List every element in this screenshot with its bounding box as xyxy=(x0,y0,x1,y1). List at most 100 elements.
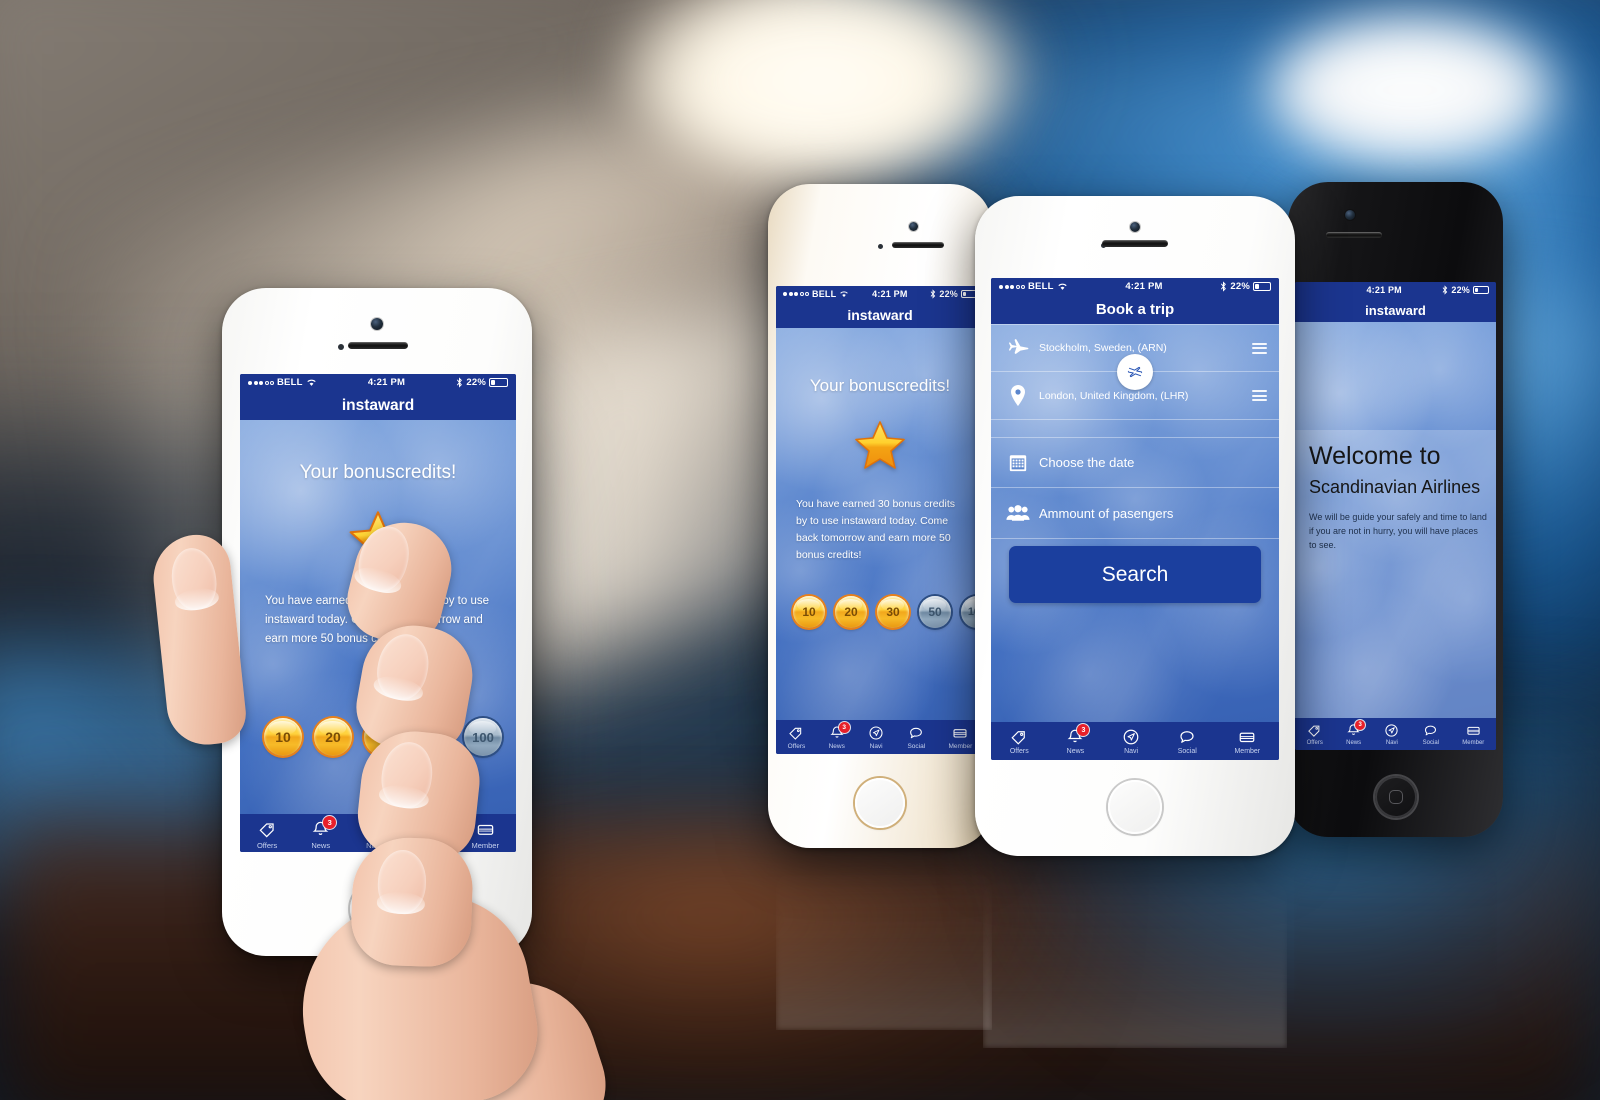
people-icon xyxy=(1003,504,1033,522)
swap-flights-icon[interactable] xyxy=(1117,354,1153,390)
destination-value: London, United Kingdom, (LHR) xyxy=(1039,389,1189,402)
tab-news[interactable]: 3 News xyxy=(311,816,337,850)
tab-news[interactable]: 3 News xyxy=(1346,720,1366,746)
phone-white-book-a-trip: BELL 4:21 PM 22% Book a trip Stockholm, … xyxy=(975,196,1295,856)
status-bar-time: 4:21 PM xyxy=(1366,285,1402,295)
signal-dots-icon xyxy=(248,380,274,385)
status-bar-left: BELL xyxy=(248,377,317,388)
carrier-name: BELL xyxy=(277,377,303,388)
phone-black-welcome: 4:21 PM 22% instaward Welcome to Scandin… xyxy=(1288,182,1503,837)
home-button[interactable] xyxy=(855,778,905,828)
coin-value: 20 xyxy=(844,605,858,619)
coin-earned[interactable]: 10 xyxy=(264,718,302,756)
front-camera-icon xyxy=(371,318,383,330)
coin-value: 50 xyxy=(928,605,942,619)
choose-date-row[interactable]: Choose the date xyxy=(991,437,1279,488)
status-bar-left: BELL xyxy=(783,289,849,299)
tab-label: News xyxy=(1346,740,1362,746)
background-lamp-glow-right xyxy=(1260,10,1560,170)
tab-social[interactable]: Social xyxy=(1423,723,1439,746)
list-handle-icon[interactable] xyxy=(1252,390,1267,401)
coin-earned[interactable]: 10 xyxy=(793,596,825,628)
wifi-icon xyxy=(1057,283,1067,290)
tab-social[interactable]: Social xyxy=(907,725,925,750)
navigation-icon xyxy=(1122,728,1140,746)
home-button[interactable] xyxy=(1108,780,1162,834)
welcome-body-text: We will be guide your safely and time to… xyxy=(1309,512,1487,550)
status-bar-time: 4:21 PM xyxy=(872,289,908,299)
coin-locked[interactable]: 50 xyxy=(919,596,951,628)
battery-icon xyxy=(1252,282,1271,291)
tab-label: Navi xyxy=(1124,748,1139,755)
signal-dots-icon xyxy=(999,284,1025,289)
tab-offers[interactable]: Offers xyxy=(1010,728,1029,755)
tab-offers[interactable]: Offers xyxy=(787,725,806,750)
news-badge: 3 xyxy=(838,722,850,733)
tab-label: Offers xyxy=(787,743,806,750)
coin-value: 100 xyxy=(472,729,494,745)
earpiece-speaker xyxy=(1326,232,1382,238)
tag-icon xyxy=(1010,728,1028,746)
home-button[interactable] xyxy=(1374,776,1417,818)
tab-member[interactable]: Member xyxy=(948,725,972,750)
card-icon xyxy=(952,725,968,741)
battery-icon xyxy=(488,378,508,387)
status-bar-time: 4:21 PM xyxy=(367,377,406,388)
tag-icon xyxy=(1307,723,1322,738)
coin-earned[interactable]: 30 xyxy=(877,596,909,628)
status-bar: BELL 4:21 PM 22% xyxy=(991,278,1279,295)
tab-news[interactable]: 3 News xyxy=(1066,724,1090,755)
tab-label: Social xyxy=(1177,748,1197,755)
coin-earned[interactable]: 20 xyxy=(835,596,867,628)
tab-offers[interactable]: Offers xyxy=(1307,723,1323,746)
tab-navi[interactable]: Navi xyxy=(1384,723,1399,746)
location-pin-icon xyxy=(1003,384,1033,407)
battery-icon xyxy=(1472,286,1489,294)
wifi-icon xyxy=(840,291,849,298)
welcome-heading-line2: Scandinavian Airlines xyxy=(1309,477,1481,497)
field-group-gap xyxy=(991,420,1279,437)
coin-earned[interactable]: 20 xyxy=(314,718,352,756)
tab-navi[interactable]: Navi xyxy=(1122,728,1140,755)
home-square-icon xyxy=(1388,790,1403,804)
tab-bar: Offers 3 News Navi Social xyxy=(776,720,984,754)
hand-holding-phone xyxy=(60,430,700,1100)
status-bar-right: 22% xyxy=(456,377,508,388)
tab-label: Offers xyxy=(256,841,278,850)
coin-value: 30 xyxy=(886,605,900,619)
page-title: Your bonuscredits! xyxy=(809,376,951,395)
passengers-label: Ammount of pasengers xyxy=(1039,505,1174,521)
nav-title: instaward xyxy=(1365,302,1426,318)
nav-bar: instaward xyxy=(1295,298,1496,322)
tab-label: News xyxy=(1066,748,1085,755)
tab-label: News xyxy=(311,841,331,850)
nav-bar: instaward xyxy=(776,302,984,328)
news-badge: 3 xyxy=(1355,720,1366,730)
tab-label: Navi xyxy=(1385,740,1398,746)
tab-member[interactable]: Member xyxy=(1234,728,1260,755)
nav-bar: Book a trip xyxy=(991,295,1279,324)
tab-member[interactable]: Member xyxy=(471,820,499,850)
coin-row: 10 20 30 50 100 xyxy=(793,596,984,628)
coin-locked[interactable]: 100 xyxy=(464,718,502,756)
tab-member[interactable]: Member xyxy=(1462,723,1484,746)
nav-title: Book a trip xyxy=(1095,301,1175,318)
battery-percent: 22% xyxy=(939,289,958,299)
swap-arrows-icon xyxy=(1127,366,1143,378)
front-camera-icon xyxy=(1345,210,1355,220)
tab-social[interactable]: Social xyxy=(1178,728,1197,755)
tab-offers[interactable]: Offers xyxy=(257,820,277,850)
coin-value: 20 xyxy=(325,729,341,745)
signal-dots-icon xyxy=(783,292,809,296)
search-button[interactable]: Search xyxy=(1009,546,1261,603)
passengers-row[interactable]: Ammount of pasengers xyxy=(991,488,1279,539)
tab-news[interactable]: 3 News xyxy=(828,722,850,750)
coin-value: 10 xyxy=(275,729,291,745)
welcome-card xyxy=(1295,430,1496,718)
star-icon xyxy=(854,420,906,470)
tab-navi[interactable]: Navi xyxy=(868,725,884,750)
origin-value: Stockholm, Sweden, (ARN) xyxy=(1039,342,1167,354)
list-handle-icon[interactable] xyxy=(1252,342,1267,354)
phone-gold-bonus: BELL 4:21 PM 22% instaward Your bonuscre… xyxy=(768,184,992,848)
tab-label: News xyxy=(828,743,845,750)
